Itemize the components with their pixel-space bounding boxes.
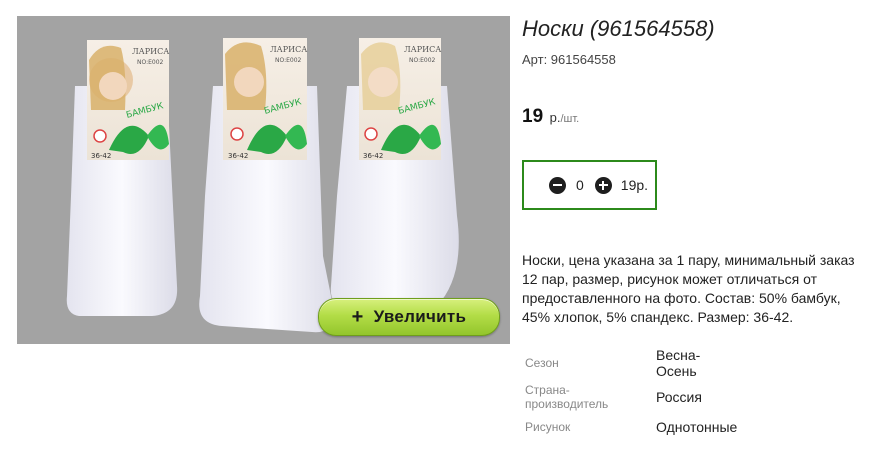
spec-value-pattern: Однотонные bbox=[656, 419, 738, 435]
spec-value-season-line2: Осень bbox=[656, 363, 697, 379]
zoom-button[interactable]: + Увеличить bbox=[318, 298, 500, 336]
price-currency: р. bbox=[549, 110, 561, 125]
svg-text:36-42: 36-42 bbox=[363, 152, 383, 160]
zoom-button-label: Увеличить bbox=[373, 307, 467, 326]
spec-label-season: Сезон bbox=[525, 356, 559, 370]
svg-text:ЛАРИСА: ЛАРИСА bbox=[270, 45, 307, 54]
spec-label-country-line1: Страна- bbox=[525, 383, 570, 397]
quantity-value: 0 bbox=[576, 177, 584, 193]
svg-text:36-42: 36-42 bbox=[228, 152, 248, 160]
spec-label-country-line2: производитель bbox=[525, 397, 609, 411]
spec-value-season-line1: Весна- bbox=[656, 347, 701, 363]
svg-text:36-42: 36-42 bbox=[91, 152, 111, 160]
product-title: Носки (961564558) bbox=[522, 16, 715, 41]
product-description: Носки, цена указана за 1 пару, минимальн… bbox=[522, 252, 855, 325]
price-value: 19 bbox=[522, 106, 544, 127]
package-card-2: ЛАРИСА NO:E002 БАМБУК 36-42 bbox=[223, 38, 307, 160]
svg-text:NO:E002: NO:E002 bbox=[409, 57, 436, 64]
svg-text:NO:E002: NO:E002 bbox=[137, 59, 164, 66]
package-card-1: ЛАРИСА NO:E002 БАМБУК 36-42 bbox=[87, 40, 169, 160]
price-unit: /шт. bbox=[560, 113, 580, 125]
svg-text:NO:E002: NO:E002 bbox=[275, 57, 302, 64]
spec-label-pattern: Рисунок bbox=[525, 420, 571, 434]
product-price: 19 р./шт. bbox=[522, 106, 579, 128]
svg-text:ЛАРИСА: ЛАРИСА bbox=[132, 47, 169, 56]
product-article: Арт: 961564558 bbox=[522, 52, 616, 67]
spec-value-country: Россия bbox=[656, 389, 702, 405]
minus-icon[interactable] bbox=[549, 176, 566, 194]
svg-text:ЛАРИСА: ЛАРИСА bbox=[404, 45, 441, 54]
plus-icon: + bbox=[351, 305, 364, 328]
plus-circle-icon[interactable] bbox=[594, 176, 612, 194]
product-image[interactable]: ЛАРИСА NO:E002 БАМБУК 36-42 ЛАРИСА NO:E0… bbox=[17, 16, 510, 344]
quantity-selector: 0 19р. bbox=[522, 160, 657, 210]
package-card-3: ЛАРИСА NO:E002 БАМБУК 36-42 bbox=[359, 38, 441, 160]
socks-photo: ЛАРИСА NO:E002 БАМБУК 36-42 ЛАРИСА NO:E0… bbox=[66, 38, 459, 333]
quantity-sum: 19р. bbox=[620, 177, 649, 193]
